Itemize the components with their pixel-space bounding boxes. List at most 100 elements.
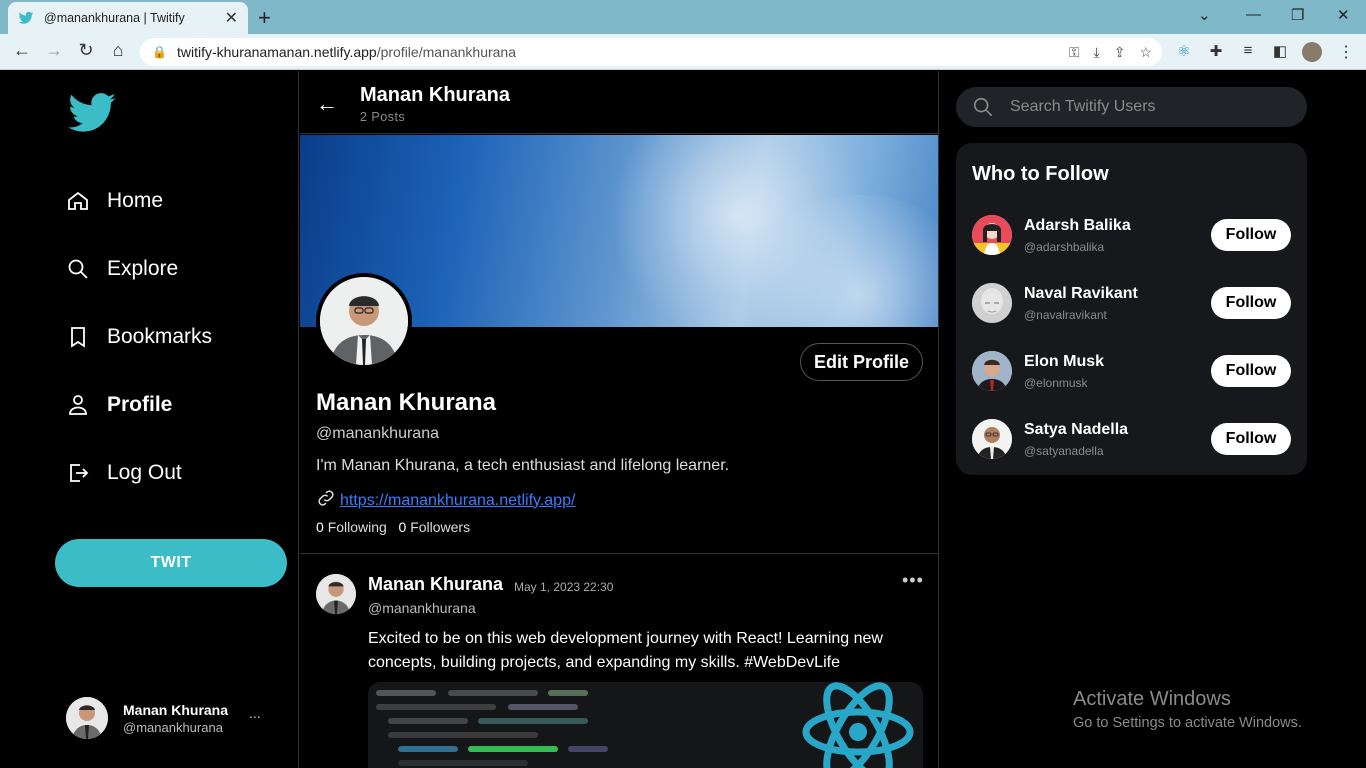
browser-tab-bar: @manankhurana | Twitify ✕ + ⌄ — ❐ ✕ — [0, 0, 1366, 34]
browser-menu-icon[interactable]: ⋮ — [1338, 42, 1354, 62]
avatar[interactable] — [972, 283, 1012, 323]
profile-link[interactable]: https://manankhurana.netlify.app/ — [340, 492, 575, 510]
followers-stat[interactable]: 0 Followers — [399, 519, 471, 535]
follow-suggestion[interactable]: Adarsh Balika @adarshbalika Follow — [972, 215, 1291, 255]
minimize-icon[interactable]: — — [1246, 6, 1261, 23]
right-sidebar: Search Twitify Users Who to Follow Adars… — [940, 71, 1366, 768]
url-path: /profile/manankhurana — [376, 44, 516, 60]
post-more-icon[interactable]: ••• — [902, 570, 924, 591]
nav-label-profile: Profile — [107, 393, 173, 416]
tab-title: @manankhurana | Twitify — [44, 11, 185, 25]
profile-handle: @manankhurana — [316, 425, 439, 442]
restore-icon[interactable]: ❐ — [1291, 6, 1304, 24]
nav-item-home[interactable]: Home — [66, 189, 163, 213]
reload-icon[interactable]: ↻ — [74, 40, 98, 61]
suggestion-handle: @adarshbalika — [1024, 240, 1105, 254]
post-author-name[interactable]: Manan Khurana — [368, 574, 503, 595]
nav-item-profile[interactable]: Profile — [66, 393, 172, 417]
follow-suggestion[interactable]: Satya Nadella @satyanadella Follow — [972, 419, 1291, 459]
url-host: twitify-khuranamanan.netlify.app — [176, 44, 377, 60]
suggestion-name[interactable]: Naval Ravikant — [1024, 285, 1138, 303]
suggestion-name[interactable]: Adarsh Balika — [1024, 217, 1131, 235]
extensions-icon[interactable]: ✚ — [1206, 42, 1226, 66]
profile-main: ← Manan Khurana 2 Posts Edit Profile Man… — [300, 71, 939, 768]
current-user-name: Manan Khurana — [123, 701, 229, 718]
react-logo-icon — [802, 682, 914, 768]
suggestion-name[interactable]: Elon Musk — [1024, 353, 1104, 371]
follow-button[interactable]: Follow — [1211, 287, 1291, 319]
tab-search-icon[interactable]: ⌄ — [1198, 6, 1211, 24]
nav-label-bookmarks: Bookmarks — [107, 325, 213, 348]
nav-item-explore[interactable]: Explore — [66, 257, 178, 281]
avatar[interactable] — [972, 351, 1012, 391]
profile-header: ← Manan Khurana 2 Posts — [300, 71, 938, 134]
left-sidebar: Home Explore Bookmarks Profile Log Out T… — [0, 71, 299, 768]
lock-icon[interactable]: 🔒 — [152, 45, 167, 59]
suggestion-handle: @navalravikant — [1024, 308, 1107, 322]
post-text: Excited to be on this web development jo… — [368, 630, 883, 671]
bookmark-icon — [66, 325, 90, 349]
profile-bio: I'm Manan Khurana, a tech enthusiast and… — [316, 457, 730, 474]
star-icon[interactable]: ☆ — [1139, 44, 1152, 61]
home-browser-icon[interactable]: ⌂ — [106, 40, 130, 61]
link-icon — [316, 488, 336, 513]
windows-activation-watermark: Activate Windows Go to Settings to activ… — [1073, 688, 1302, 731]
twitify-logo-icon[interactable] — [66, 85, 118, 141]
watermark-subtitle: Go to Settings to activate Windows. — [1073, 715, 1302, 731]
profile-stats: 0 Following 0 Followers — [316, 519, 470, 535]
post-count: 2 Posts — [360, 110, 406, 124]
twitify-app: Home Explore Bookmarks Profile Log Out T… — [0, 71, 1366, 768]
back-icon[interactable]: ← — [10, 40, 34, 61]
follow-button[interactable]: Follow — [1211, 423, 1291, 455]
page-title: Manan Khurana — [360, 84, 511, 106]
search-box[interactable]: Search Twitify Users — [956, 87, 1307, 127]
install-icon[interactable]: ⤓ — [1094, 44, 1100, 61]
sidepanel-icon[interactable]: ◧ — [1270, 42, 1290, 66]
follow-button[interactable]: Follow — [1211, 355, 1291, 387]
suggestion-name[interactable]: Satya Nadella — [1024, 421, 1128, 439]
key-icon[interactable]: ⚿ — [1069, 44, 1080, 61]
post-timestamp: May 1, 2023 22:30 — [514, 580, 614, 594]
current-user-handle: @manankhurana — [123, 719, 223, 735]
close-window-icon[interactable]: ✕ — [1337, 6, 1350, 24]
suggestion-handle: @elonmusk — [1024, 376, 1088, 390]
user-menu-icon[interactable]: ... — [249, 705, 261, 721]
media-icon[interactable]: ≡ — [1238, 42, 1258, 66]
edit-profile-button[interactable]: Edit Profile — [800, 343, 923, 381]
profile-name: Manan Khurana — [316, 389, 497, 416]
post-author-avatar[interactable] — [316, 574, 356, 614]
browser-toolbar: ← → ↻ ⌂ 🔒 twitify-khuranamanan.netlify.a… — [0, 34, 1366, 70]
twit-button[interactable]: TWIT — [55, 539, 287, 587]
address-bar[interactable]: 🔒 twitify-khuranamanan.netlify.app/profi… — [140, 38, 1162, 66]
close-tab-icon[interactable]: ✕ — [225, 8, 238, 28]
watermark-title: Activate Windows — [1073, 688, 1231, 710]
post-card[interactable]: Manan Khurana May 1, 2023 22:30 @manankh… — [300, 554, 938, 768]
search-icon — [972, 96, 994, 118]
avatar[interactable] — [972, 215, 1012, 255]
search-input[interactable]: Search Twitify Users — [1010, 98, 1156, 116]
new-tab-icon[interactable]: + — [258, 5, 271, 31]
profile-avatar-icon[interactable] — [1302, 42, 1322, 66]
back-arrow-icon[interactable]: ← — [316, 91, 338, 117]
follow-suggestion[interactable]: Elon Musk @elonmusk Follow — [972, 351, 1291, 391]
nav-item-logout[interactable]: Log Out — [66, 461, 182, 485]
browser-tab[interactable]: @manankhurana | Twitify ✕ — [8, 2, 248, 34]
suggestion-handle: @satyanadella — [1024, 444, 1104, 458]
follow-suggestion[interactable]: Naval Ravikant @navalravikant Follow — [972, 283, 1291, 323]
share-icon[interactable]: ⇪ — [1114, 44, 1126, 61]
search-icon — [66, 257, 90, 281]
post-image[interactable] — [368, 682, 923, 768]
nav-label-explore: Explore — [107, 257, 179, 280]
avatar — [66, 697, 108, 739]
profile-avatar[interactable] — [316, 273, 412, 369]
current-user-card[interactable]: Manan Khurana @manankhurana ... — [66, 697, 261, 739]
who-to-follow-title: Who to Follow — [972, 163, 1109, 185]
nav-item-bookmarks[interactable]: Bookmarks — [66, 325, 212, 349]
forward-icon[interactable]: → — [42, 40, 66, 61]
who-to-follow-panel: Who to Follow Adarsh Balika @adarshbalik… — [956, 143, 1307, 475]
follow-button[interactable]: Follow — [1211, 219, 1291, 251]
react-devtools-icon[interactable]: ⚛ — [1174, 42, 1194, 66]
post-author-handle: @manankhurana — [368, 600, 476, 616]
following-stat[interactable]: 0 Following — [316, 519, 387, 535]
avatar[interactable] — [972, 419, 1012, 459]
